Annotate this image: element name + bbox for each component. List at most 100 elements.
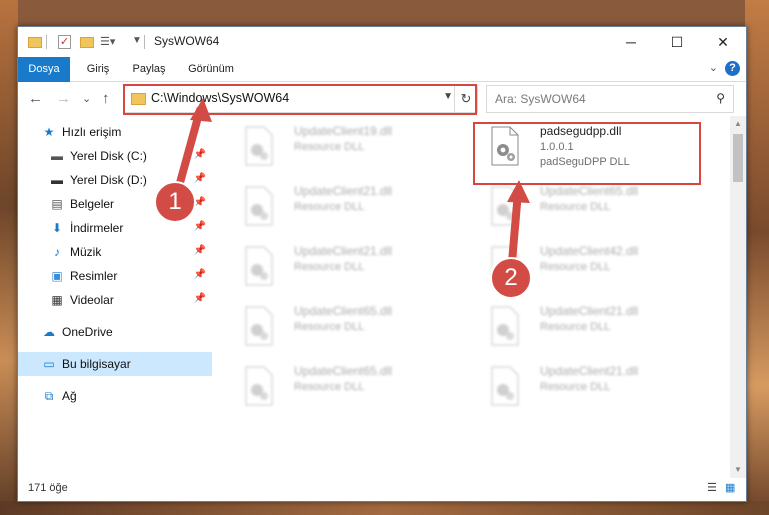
file-type: Resource DLL	[294, 201, 365, 213]
search-box[interactable]: Ara: SysWOW64 ⚲	[486, 85, 734, 113]
drive-icon: ▬	[51, 149, 63, 163]
address-highlight-box	[123, 84, 477, 115]
close-button[interactable]: ✕	[700, 27, 746, 57]
explorer-window: ✓ ☰▾ ▼ SysWOW64 ─ ☐ ✕ Dosya Giriş Paylaş…	[17, 26, 747, 502]
pin-icon[interactable]: 📌	[194, 269, 206, 280]
window-title: SysWOW64	[154, 34, 220, 48]
expand-ribbon-icon[interactable]: ⌄	[709, 61, 718, 74]
scroll-up-icon[interactable]: ▲	[730, 116, 746, 132]
file-item[interactable]: UpdateClient21.dll Resource DLL	[480, 300, 720, 354]
file-item[interactable]: UpdateClient19.dll Resource DLL	[234, 120, 474, 174]
step-2-badge: 2	[490, 257, 532, 299]
details-view-icon[interactable]: ☰	[707, 482, 720, 495]
file-item[interactable]: UpdateClient21.dll Resource DLL	[480, 360, 720, 414]
recent-locations-button[interactable]: ⌄	[82, 92, 91, 105]
navigation-bar: ← → ⌄ ↑ C:\Windows\SysWOW64 ▼ ↻ Ara: Sys…	[18, 82, 746, 116]
dll-file-icon	[245, 366, 273, 406]
ribbon: Dosya Giriş Paylaş Görünüm ⌄ ?	[18, 57, 746, 111]
title-bar: ✓ ☰▾ ▼ SysWOW64 ─ ☐ ✕	[18, 27, 746, 57]
sidebar-item-label: Yerel Disk (D:)	[70, 173, 147, 187]
customize-toolbar-icon[interactable]: ☰▾	[100, 35, 115, 49]
desktop-background-bottom	[0, 501, 769, 515]
file-name: UpdateClient21.dll	[540, 304, 639, 318]
download-icon: ⬇	[51, 221, 63, 235]
pin-icon[interactable]: 📌	[194, 221, 206, 232]
new-folder-icon[interactable]	[80, 37, 94, 48]
sidebar-item-this-pc[interactable]: ▭ Bu bilgisayar	[18, 352, 212, 376]
folder-icon	[28, 37, 42, 48]
tab-view[interactable]: Görünüm	[182, 57, 240, 81]
sidebar-item-label: Hızlı erişim	[62, 125, 122, 139]
scroll-down-icon[interactable]: ▼	[730, 462, 746, 478]
drive-icon: ▬	[51, 173, 63, 187]
file-name: UpdateClient42.dll	[540, 244, 639, 258]
sidebar-item-videos[interactable]: ▦ Videolar 📌	[18, 288, 212, 312]
video-icon: ▦	[51, 293, 63, 307]
sidebar-item-onedrive[interactable]: ☁ OneDrive	[18, 320, 212, 344]
large-icons-view-icon[interactable]: ▦	[725, 482, 738, 495]
file-name: UpdateClient21.dll	[540, 364, 639, 378]
sidebar-item-label: Bu bilgisayar	[62, 357, 131, 371]
file-type: Resource DLL	[294, 321, 365, 333]
file-item[interactable]: UpdateClient21.dll Resource DLL	[234, 180, 474, 234]
file-name: UpdateClient19.dll	[294, 124, 393, 138]
file-name: UpdateClient21.dll	[294, 244, 393, 258]
computer-icon: ▭	[43, 357, 55, 371]
file-type: Resource DLL	[540, 381, 611, 393]
vertical-scrollbar[interactable]: ▲ ▼	[730, 116, 746, 478]
dll-file-icon	[491, 306, 519, 346]
sidebar-item-pictures[interactable]: ▣ Resimler 📌	[18, 264, 212, 288]
pin-icon[interactable]: 📌	[194, 293, 206, 304]
status-bar: 171 öğe ☰ ▦	[18, 478, 746, 501]
separator	[144, 35, 145, 49]
file-item[interactable]: UpdateClient65.dll Resource DLL	[234, 300, 474, 354]
sidebar-item-label: İndirmeler	[70, 221, 124, 235]
sidebar-item-label: Resimler	[70, 269, 118, 283]
dll-file-icon	[491, 186, 519, 226]
sidebar-item-label: Ağ	[62, 389, 77, 403]
file-item[interactable]: UpdateClient65.dll Resource DLL	[234, 360, 474, 414]
music-icon: ♪	[54, 245, 60, 259]
back-button[interactable]: ←	[28, 90, 43, 107]
scrollbar-thumb[interactable]	[733, 134, 743, 182]
separator	[46, 35, 47, 49]
tab-home[interactable]: Giriş	[80, 57, 116, 81]
desktop-background-left	[0, 0, 18, 515]
sidebar-item-local-disk-c[interactable]: ▬ Yerel Disk (C:) 📌	[18, 144, 212, 168]
dll-file-icon	[245, 246, 273, 286]
step-1-badge: 1	[154, 181, 196, 223]
dll-file-icon	[491, 366, 519, 406]
file-highlight-box	[473, 122, 701, 185]
network-icon: ⧉	[44, 389, 54, 403]
tab-share[interactable]: Paylaş	[126, 57, 172, 81]
sidebar-item-quick-access[interactable]: ★ Hızlı erişim	[18, 120, 212, 144]
sidebar-item-music[interactable]: ♪ Müzik 📌	[18, 240, 212, 264]
dll-file-icon	[245, 306, 273, 346]
forward-button[interactable]: →	[56, 90, 71, 107]
file-item[interactable]: UpdateClient21.dll Resource DLL	[234, 240, 474, 294]
search-icon[interactable]: ⚲	[716, 91, 725, 105]
file-type: Resource DLL	[540, 321, 611, 333]
maximize-button[interactable]: ☐	[654, 27, 700, 57]
sidebar-item-label: OneDrive	[62, 325, 113, 339]
file-item[interactable]: UpdateClient65.dll Resource DLL	[480, 180, 720, 234]
properties-icon[interactable]: ✓	[58, 35, 71, 49]
help-icon[interactable]: ?	[725, 61, 740, 76]
file-type: Resource DLL	[294, 141, 365, 153]
document-icon: ▤	[51, 197, 63, 211]
file-type: Resource DLL	[294, 261, 365, 273]
sidebar-item-label: Belgeler	[70, 197, 115, 211]
pin-icon[interactable]: 📌	[194, 245, 206, 256]
navigation-pane: ★ Hızlı erişim ▬ Yerel Disk (C:) 📌 ▬ Yer…	[18, 116, 212, 478]
file-name: UpdateClient65.dll	[294, 304, 393, 318]
sidebar-item-label: Videolar	[70, 293, 114, 307]
search-input[interactable]: Ara: SysWOW64	[495, 92, 586, 106]
up-button[interactable]: ↑	[102, 90, 110, 107]
dll-file-icon	[245, 126, 273, 166]
cloud-icon: ☁	[43, 325, 55, 339]
minimize-button[interactable]: ─	[608, 27, 654, 57]
pin-icon[interactable]: 📌	[194, 149, 206, 160]
desktop-background-right	[745, 0, 769, 515]
pin-icon[interactable]: 📌	[194, 173, 206, 184]
sidebar-item-network[interactable]: ⧉ Ağ	[18, 384, 212, 408]
